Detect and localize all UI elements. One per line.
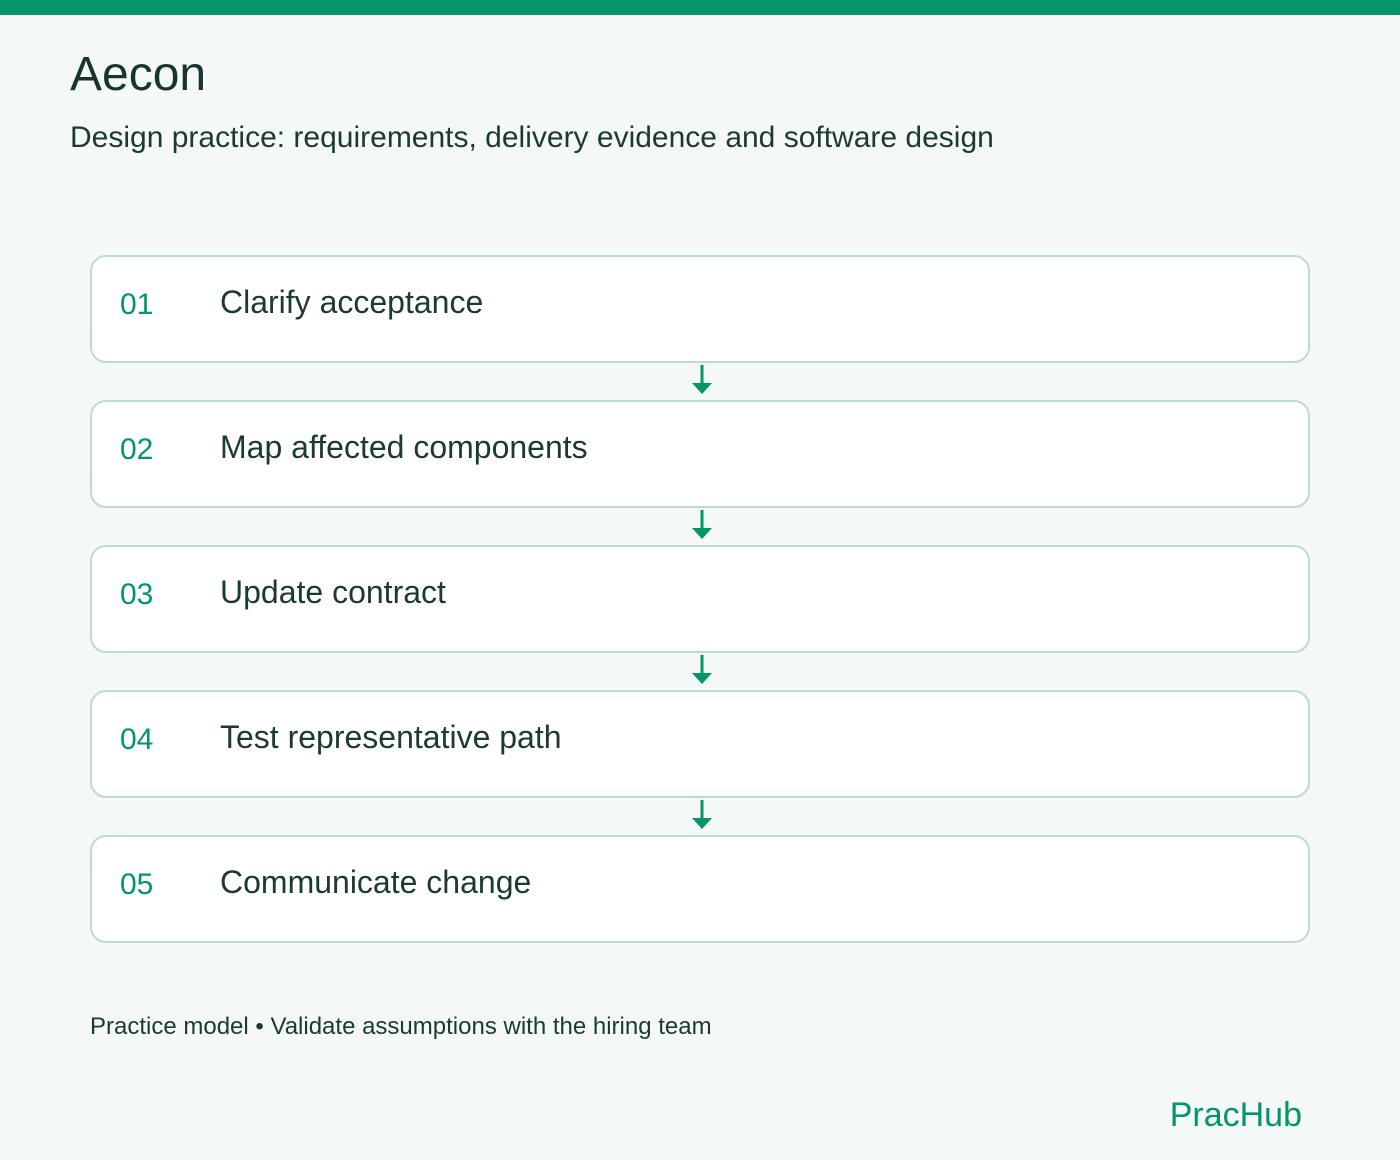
top-accent-bar bbox=[0, 0, 1400, 15]
footer-note: Practice model • Validate assumptions wi… bbox=[90, 1013, 712, 1040]
step-number: 02 bbox=[120, 433, 154, 466]
step-label: Clarify acceptance bbox=[220, 284, 484, 320]
brand-logo: PracHub bbox=[1169, 1096, 1302, 1134]
step-card-5: 05 Communicate change bbox=[90, 835, 1310, 943]
down-arrow-icon bbox=[692, 800, 712, 829]
step-number: 04 bbox=[120, 723, 154, 756]
step-label: Update contract bbox=[220, 574, 446, 610]
step-card-4: 04 Test representative path bbox=[90, 690, 1310, 829]
step-number: 03 bbox=[120, 578, 154, 611]
down-arrow-icon bbox=[692, 365, 712, 394]
down-arrow-icon bbox=[692, 510, 712, 539]
step-label: Test representative path bbox=[220, 719, 562, 755]
step-label: Map affected components bbox=[220, 429, 588, 465]
page-title: Aecon bbox=[70, 48, 207, 101]
page-subtitle: Design practice: requirements, delivery … bbox=[70, 121, 994, 154]
down-arrow-icon bbox=[692, 655, 712, 684]
step-card-2: 02 Map affected components bbox=[90, 400, 1310, 539]
step-card-3: 03 Update contract bbox=[90, 545, 1310, 684]
step-label: Communicate change bbox=[220, 864, 532, 900]
step-number: 01 bbox=[120, 288, 154, 321]
step-card-1: 01 Clarify acceptance bbox=[90, 255, 1310, 394]
process-flow: 01 Clarify acceptance 02 Map affected co… bbox=[90, 255, 1310, 943]
step-number: 05 bbox=[120, 868, 154, 901]
